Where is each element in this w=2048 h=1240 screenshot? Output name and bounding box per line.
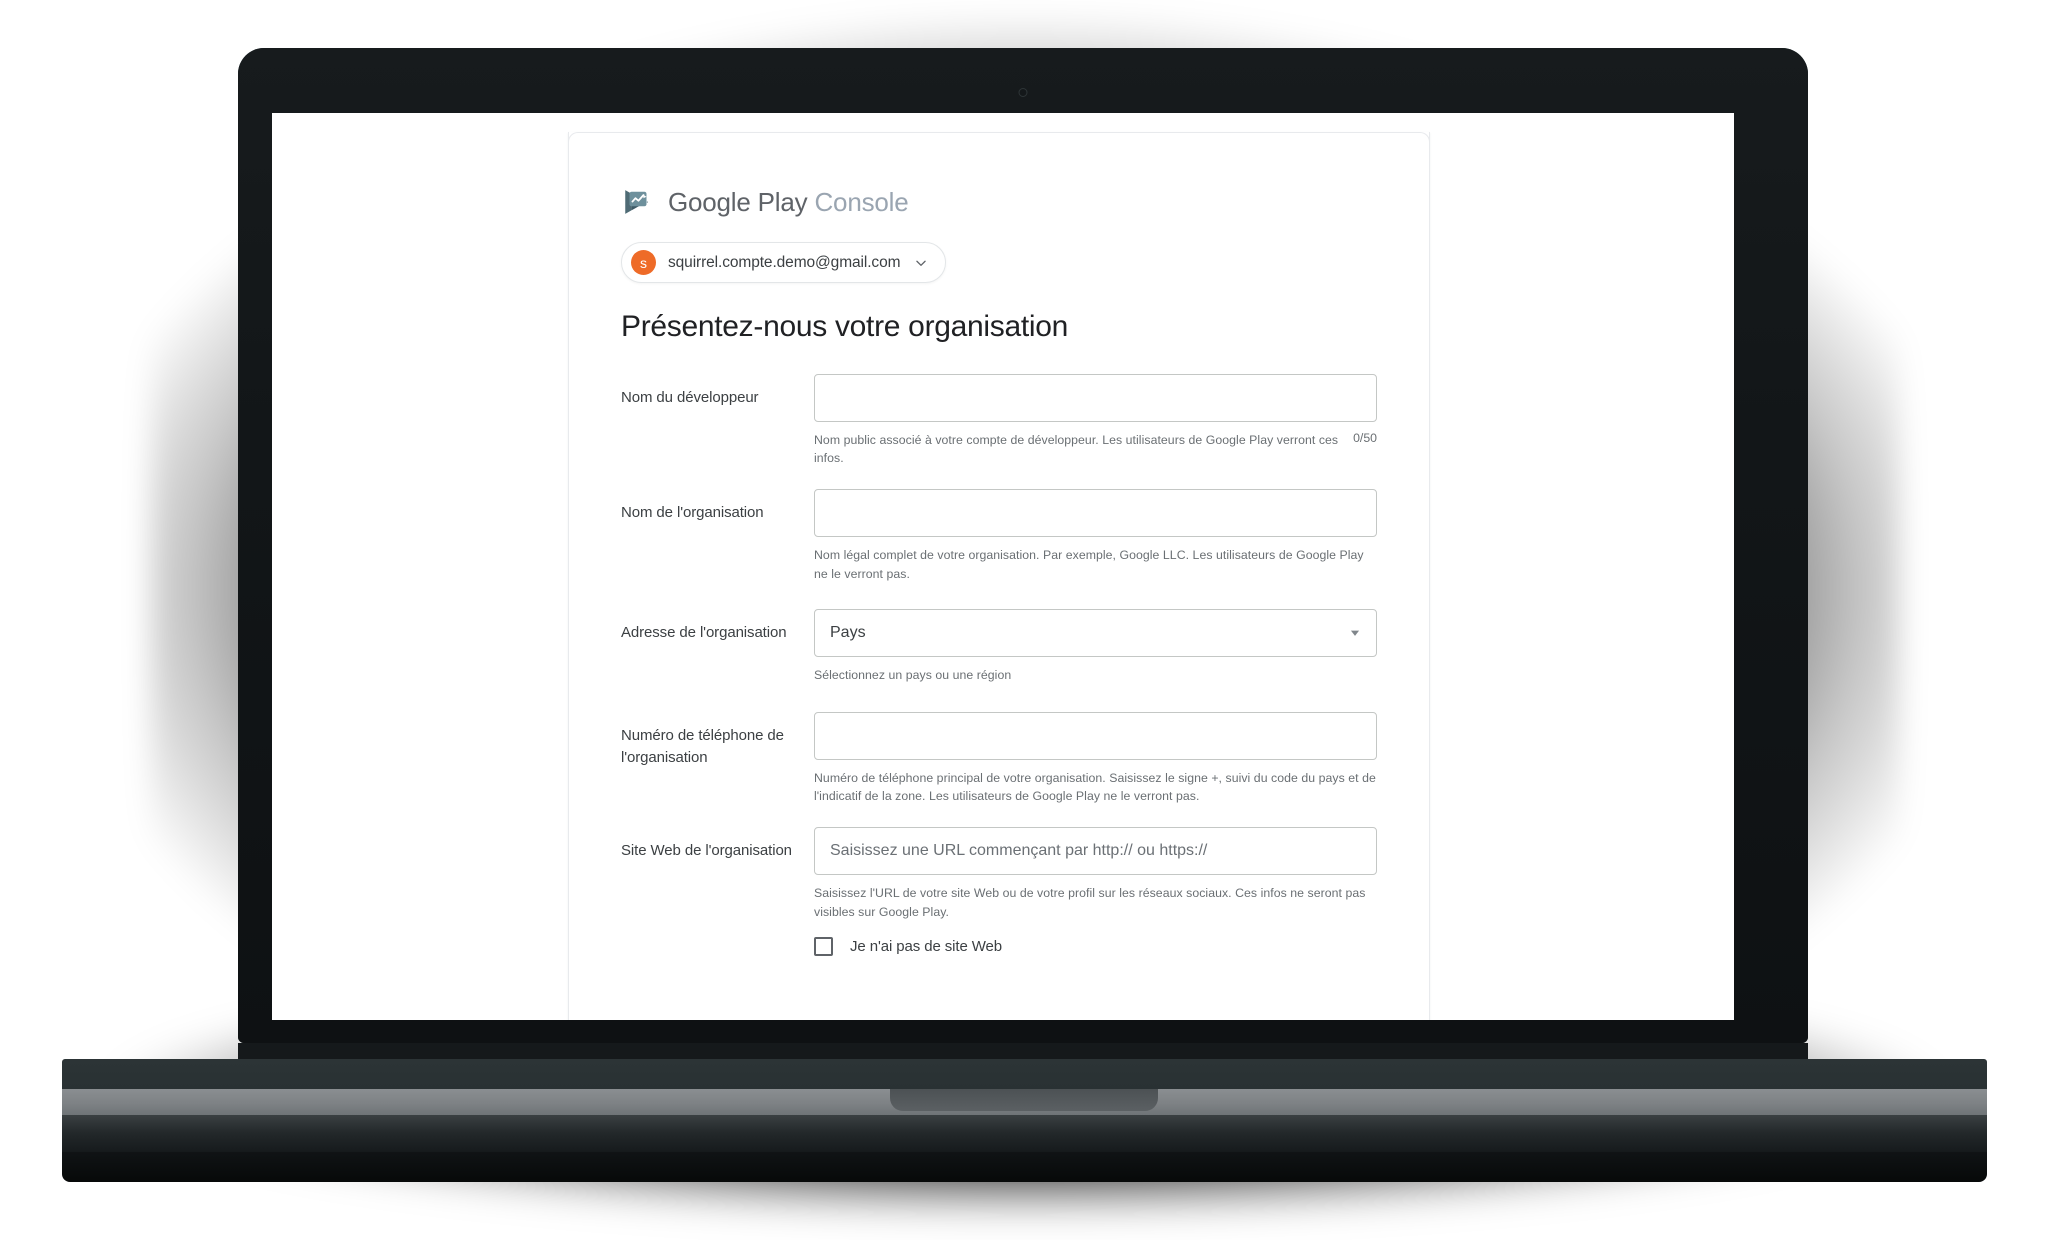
field-helper-text: Saisissez l'URL de votre site Web ou de … — [814, 886, 1366, 919]
brand-header: Google Play Console — [621, 185, 1377, 219]
field-control: Pays Sélectionnez un pays ou une région — [814, 608, 1377, 684]
field-control: Nom public associé à votre compte de dév… — [814, 374, 1377, 467]
browser-page: Google Play Console s squirrel.compte.de… — [272, 113, 1734, 1020]
brand-name-primary: Google Play — [668, 186, 808, 217]
field-organisation-address: Adresse de l'organisation Pays Sélection… — [621, 608, 1377, 684]
organisation-phone-input[interactable] — [814, 711, 1377, 760]
no-website-checkbox-row[interactable]: Je n'ai pas de site Web — [814, 936, 1377, 956]
helper-wrap: Nom légal complet de votre organisation.… — [814, 546, 1377, 582]
brand-wordmark: Google Play Console — [668, 186, 909, 218]
field-organisation-name: Nom de l'organisation Nom légal complet … — [621, 489, 1377, 582]
field-label: Site Web de l'organisation — [621, 842, 792, 860]
field-helper-text: Nom légal complet de votre organisation.… — [814, 548, 1364, 581]
laptop-bottom — [62, 1152, 1987, 1182]
organisation-website-input[interactable] — [814, 827, 1377, 876]
no-website-checkbox-label: Je n'ai pas de site Web — [850, 937, 1003, 955]
laptop-open-notch — [890, 1089, 1158, 1111]
developer-name-input[interactable] — [814, 374, 1377, 422]
helper-wrap: Numéro de téléphone principal de votre o… — [814, 769, 1377, 805]
field-organisation-phone: Numéro de téléphone de l'organisation Nu… — [621, 711, 1377, 805]
no-website-checkbox[interactable] — [814, 936, 833, 956]
screenshot-stage: Google Play Console s squirrel.compte.de… — [0, 0, 2048, 1240]
field-helper-text: Nom public associé à votre compte de dév… — [814, 433, 1339, 466]
field-control: Numéro de téléphone principal de votre o… — [814, 711, 1377, 805]
field-developer-name: Nom du développeur Nom public associé à … — [621, 374, 1377, 467]
field-control: Saisissez l'URL de votre site Web ou de … — [814, 827, 1377, 920]
account-email: squirrel.compte.demo@gmail.com — [668, 253, 901, 271]
signup-card: Google Play Console s squirrel.compte.de… — [568, 132, 1430, 1020]
country-select[interactable]: Pays — [814, 608, 1377, 657]
laptop-deck — [62, 1059, 1987, 1089]
helper-wrap: Saisissez l'URL de votre site Web ou de … — [814, 884, 1377, 920]
dropdown-arrow-icon — [1350, 630, 1360, 636]
chevron-down-icon — [916, 260, 927, 266]
field-label: Nom de l'organisation — [621, 504, 764, 522]
field-control: Nom légal complet de votre organisation.… — [814, 489, 1377, 582]
laptop-screen: Google Play Console s squirrel.compte.de… — [272, 113, 1734, 1020]
account-switcher-chip[interactable]: s squirrel.compte.demo@gmail.com — [621, 242, 947, 283]
page-title: Présentez-nous votre organisation — [621, 310, 1069, 343]
field-label: Adresse de l'organisation — [621, 623, 787, 641]
helper-wrap: Sélectionnez un pays ou une région — [814, 666, 1377, 684]
country-select-value: Pays — [830, 623, 866, 641]
organisation-form: Nom du développeur Nom public associé à … — [621, 374, 1377, 956]
field-label: Numéro de téléphone de l'organisation — [621, 726, 784, 766]
field-organisation-website: Site Web de l'organisation Saisissez l'U… — [621, 827, 1377, 920]
character-counter: 0/50 — [1353, 431, 1377, 445]
card-body: Google Play Console s squirrel.compte.de… — [569, 132, 1429, 956]
google-play-console-logo-icon — [625, 190, 648, 214]
helper-wrap: Nom public associé à votre compte de dév… — [814, 431, 1377, 467]
avatar: s — [631, 250, 656, 275]
field-label: Nom du développeur — [621, 389, 759, 406]
webcam-dot-icon — [1018, 88, 1028, 97]
laptop-underside — [62, 1115, 1987, 1155]
organisation-name-input[interactable] — [814, 489, 1377, 538]
field-helper-text: Numéro de téléphone principal de votre o… — [814, 770, 1376, 804]
laptop-hinge — [238, 1043, 1808, 1059]
brand-name-secondary: Console — [814, 186, 909, 217]
field-helper-text: Sélectionnez un pays ou une région — [814, 667, 1012, 682]
